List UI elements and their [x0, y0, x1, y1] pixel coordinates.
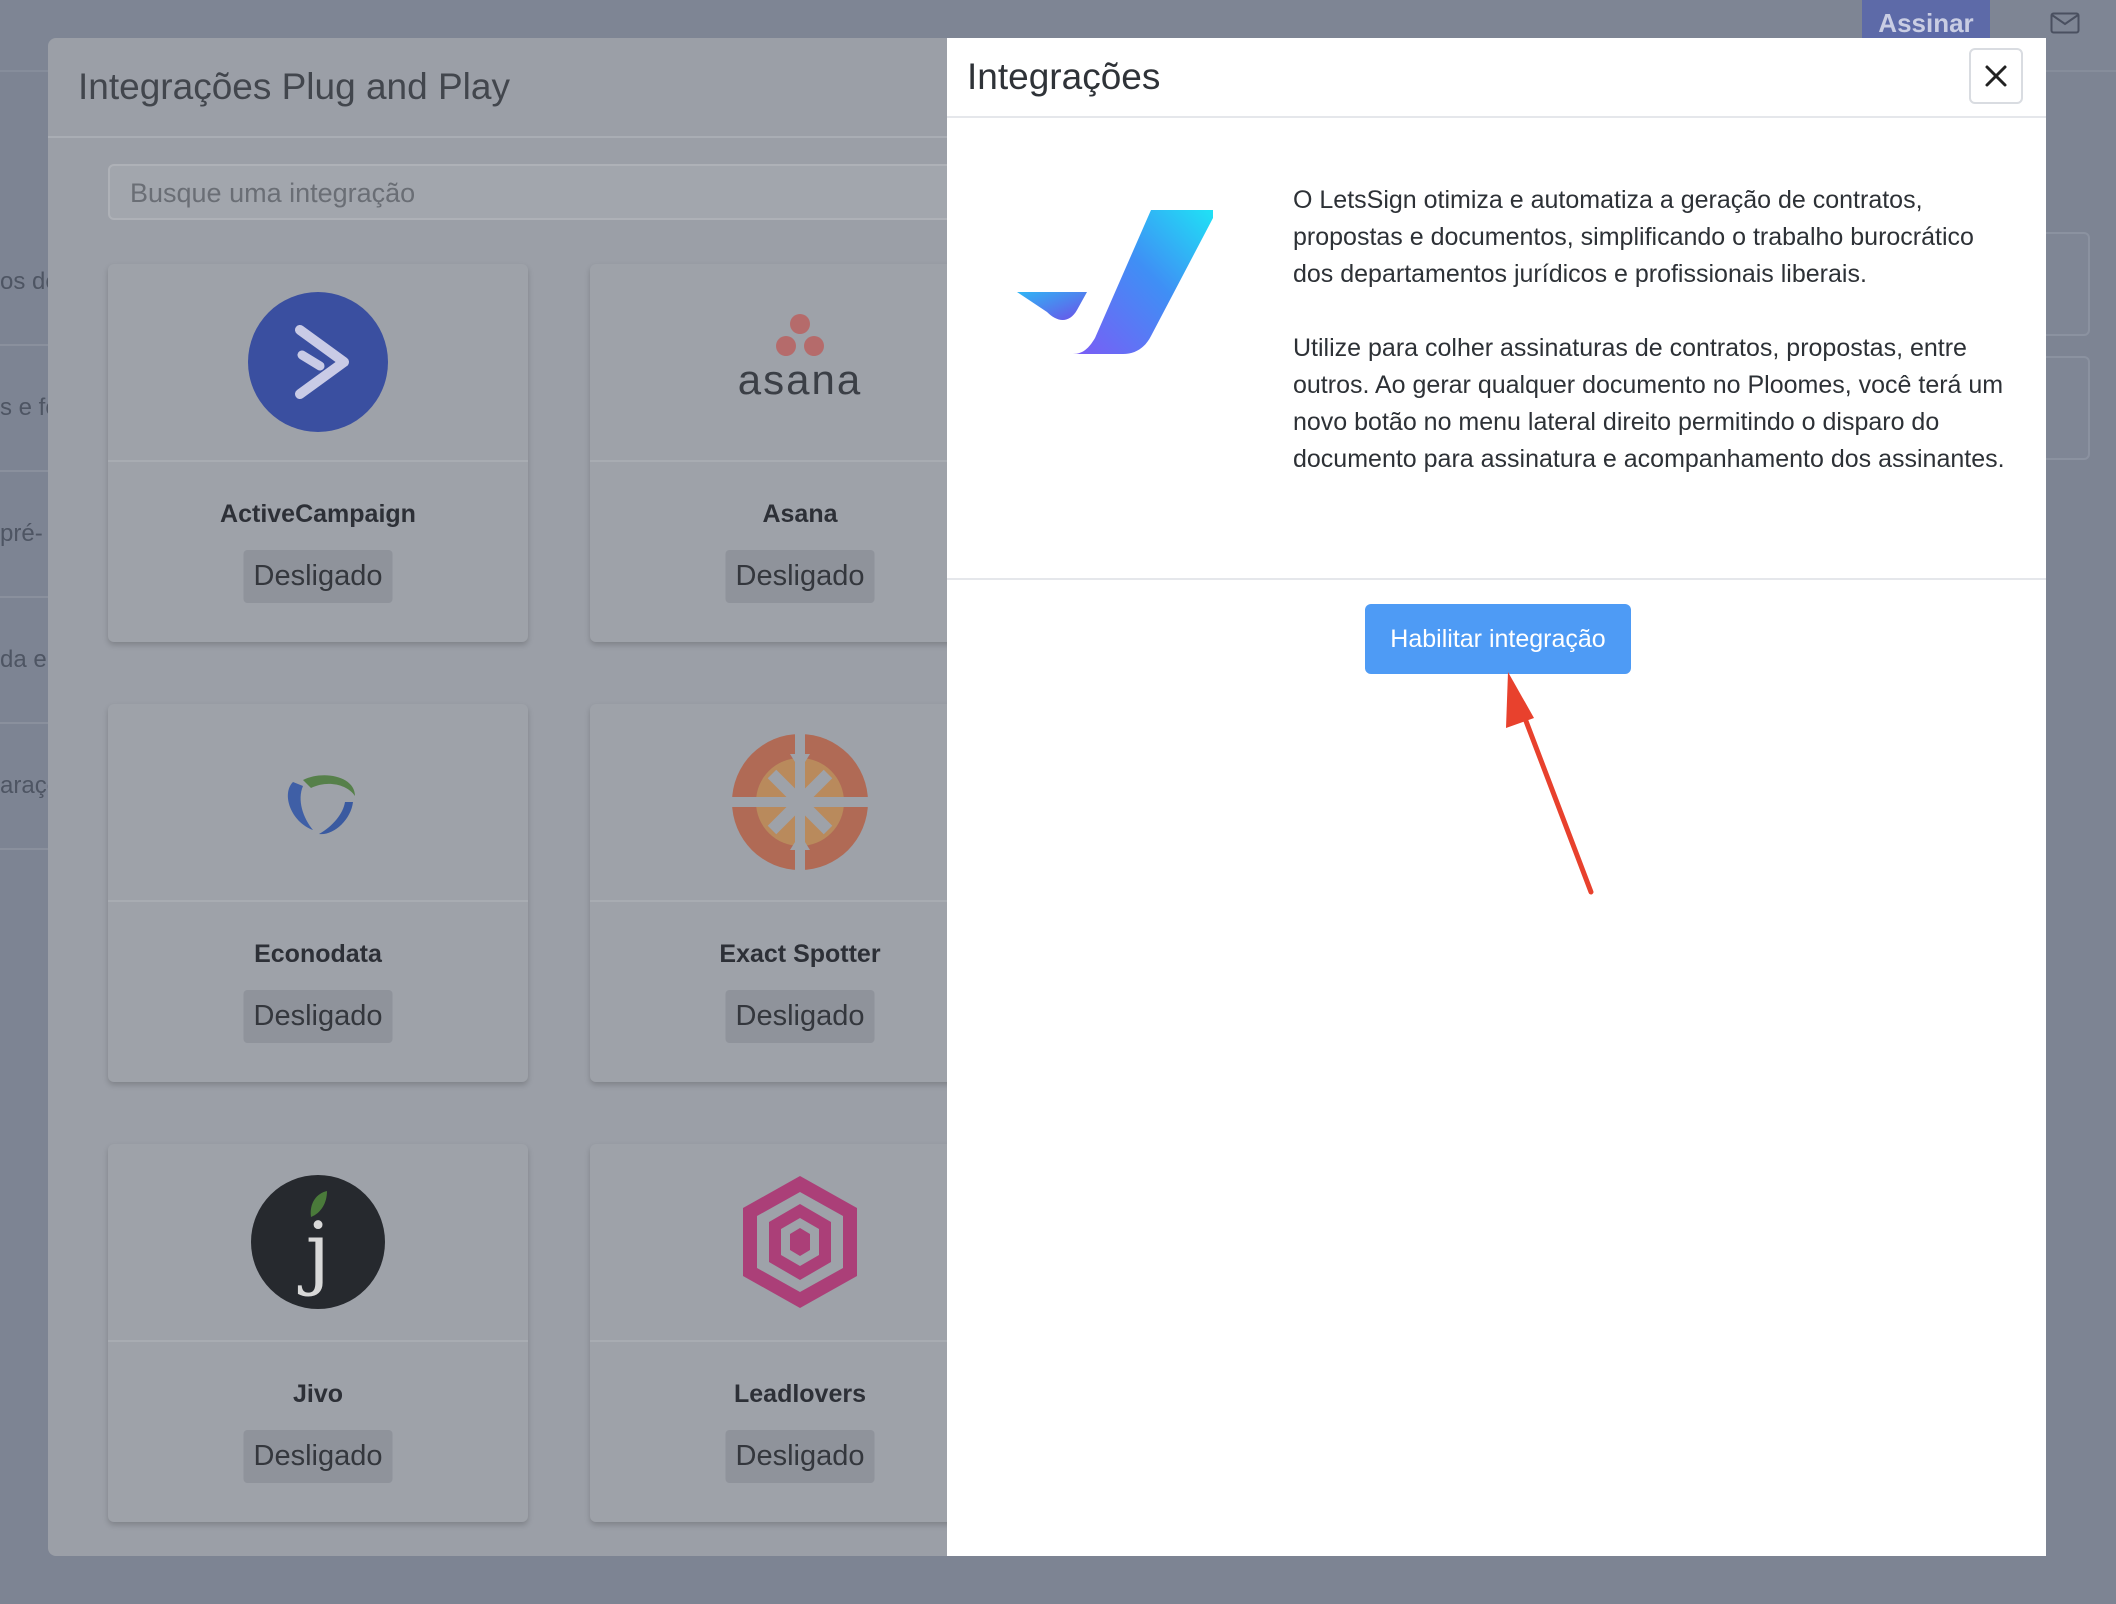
close-icon: [1985, 65, 2007, 87]
modal-title: Integrações Plug and Play: [78, 66, 510, 107]
status-badge[interactable]: Desligado: [725, 1430, 875, 1483]
status-badge[interactable]: Desligado: [725, 990, 875, 1043]
card-name: Econodata: [254, 940, 382, 968]
econodata-logo-icon: [287, 775, 355, 835]
description-paragraph: O LetsSign otimiza e automatiza a geraçã…: [1293, 186, 1974, 288]
background-sidebar-item: pré-: [0, 472, 48, 598]
exact-spotter-logo-icon: [732, 734, 868, 870]
asana-logo-icon: asana: [730, 312, 870, 412]
activecampaign-logo-icon: [248, 292, 388, 432]
close-button[interactable]: [1969, 48, 2023, 104]
leadlovers-logo-icon: [743, 1176, 857, 1308]
enable-integration-button[interactable]: Habilitar integração: [1365, 604, 1631, 674]
background-sidebar-item: araçõ: [0, 724, 48, 850]
integration-card-activecampaign[interactable]: ActiveCampaign Desligado: [108, 264, 528, 642]
detail-modal-header: Integrações: [947, 38, 2046, 118]
mail-icon[interactable]: [2050, 12, 2080, 34]
letssign-logo-icon: [1017, 210, 1213, 354]
detail-modal-title: Integrações: [967, 56, 1161, 97]
background-sidebar-item: s e fo: [0, 346, 48, 472]
background-sidebar-item: da er: [0, 598, 48, 724]
status-badge[interactable]: Desligado: [243, 1430, 393, 1483]
card-name: ActiveCampaign: [220, 500, 416, 528]
background-sidebar-item: os do: [0, 220, 48, 346]
jivo-logo-icon: j: [251, 1175, 385, 1309]
integration-card-jivo[interactable]: j Jivo Desligado: [108, 1144, 528, 1522]
search-placeholder: Busque uma integração: [130, 178, 416, 208]
status-badge[interactable]: Desligado: [243, 550, 393, 603]
integration-card-econodata[interactable]: Econodata Desligado: [108, 704, 528, 1082]
description-paragraph: Utilize para colher assinaturas de contr…: [1293, 334, 2005, 473]
detail-modal-body: O LetsSign otimiza e automatiza a geraçã…: [947, 118, 2046, 580]
status-badge[interactable]: Desligado: [243, 990, 393, 1043]
status-badge[interactable]: Desligado: [725, 550, 875, 603]
integration-detail-modal: Integrações O LetsSign otimiza e automat…: [947, 38, 2046, 1556]
card-name: Jivo: [292, 1380, 344, 1408]
integration-description: O LetsSign otimiza e automatiza a geraçã…: [1293, 182, 2013, 515]
